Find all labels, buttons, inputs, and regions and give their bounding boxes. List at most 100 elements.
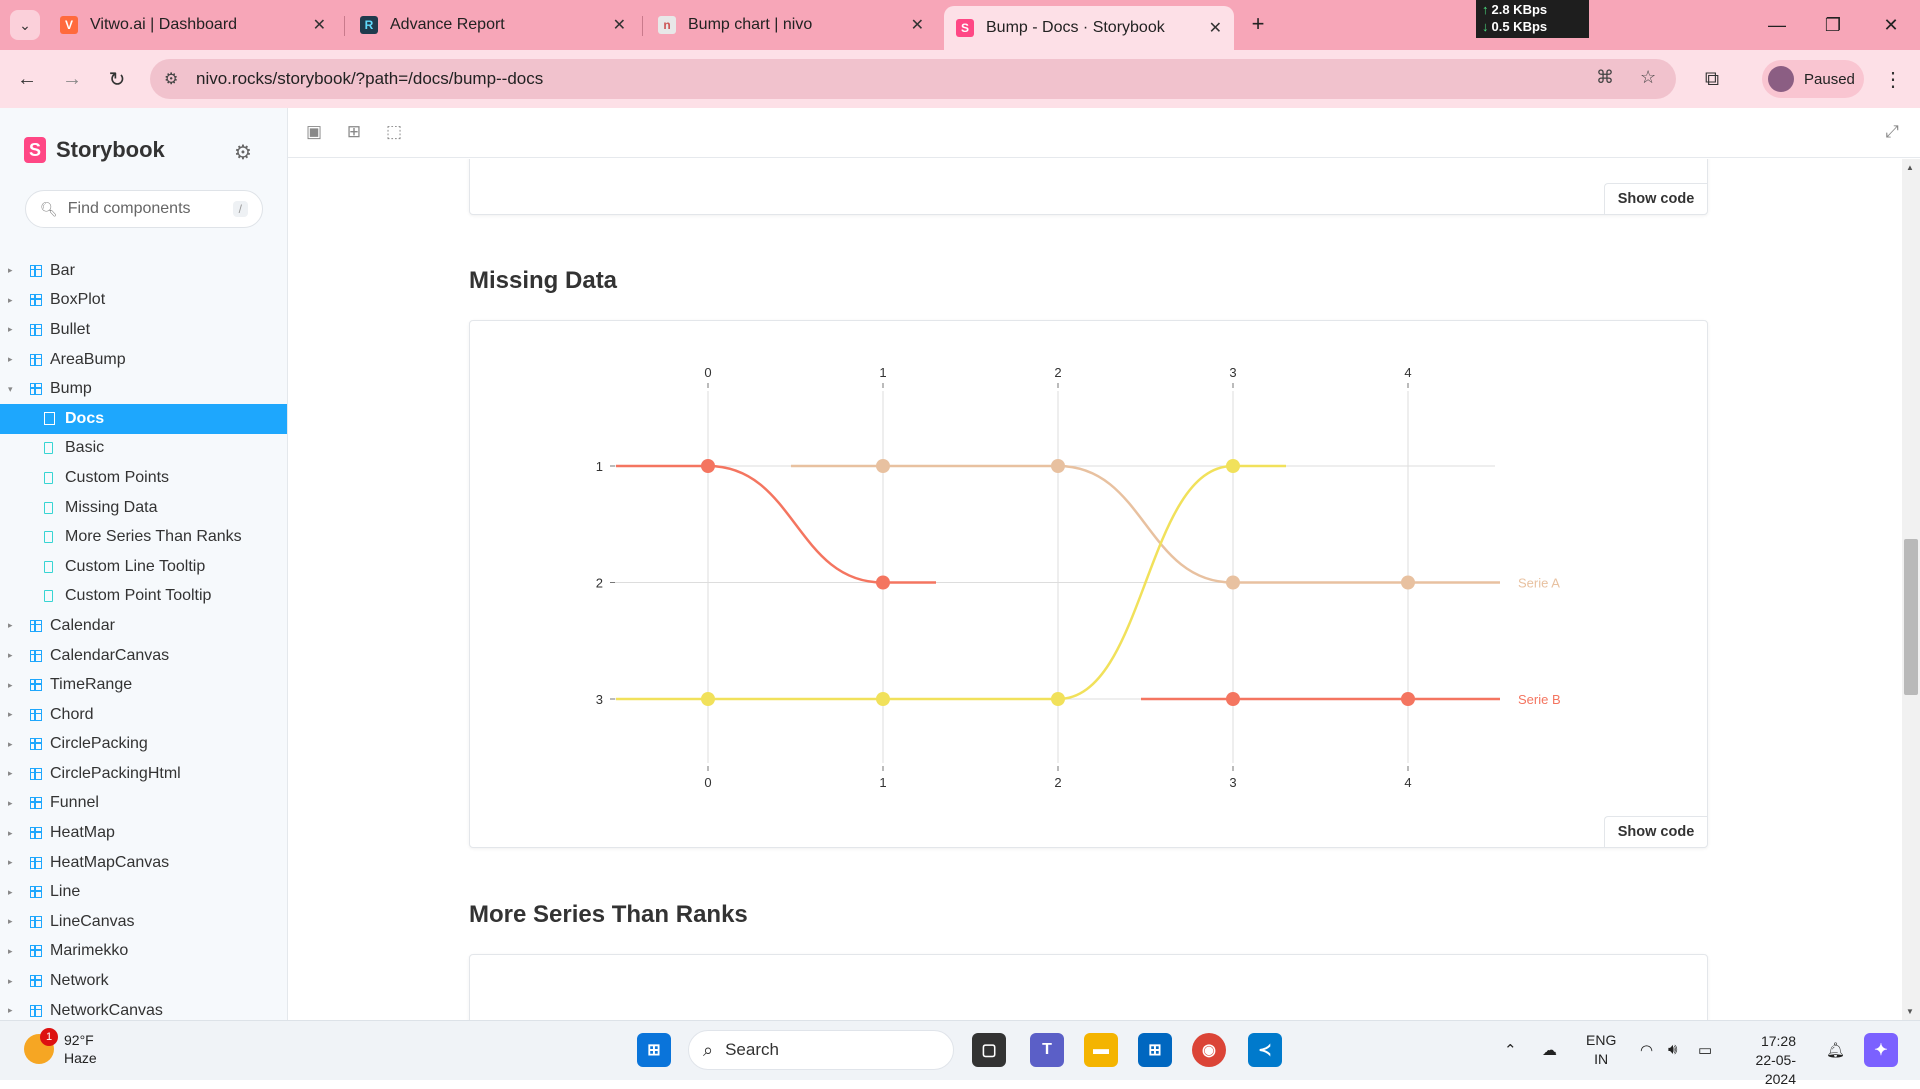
sidebar-item-circlepackinghtml[interactable]: ▸ CirclePackingHtml: [0, 759, 287, 789]
caret-right-icon: ▸: [8, 797, 13, 808]
show-hidden-icons-chevron-icon[interactable]: ⌃: [1504, 1041, 1517, 1059]
windows-start-icon[interactable]: ⊞: [637, 1033, 671, 1067]
network-speed-widget: ↑ 2.8 KBps ↓ 0.5 KBps: [1476, 0, 1589, 38]
sidebar-item-heatmapcanvas[interactable]: ▸ HeatMapCanvas: [0, 848, 287, 878]
bookmark-star-icon[interactable]: ☆: [1640, 67, 1656, 88]
volume-icon[interactable]: 🔊︎: [1668, 1041, 1677, 1058]
minimize-icon[interactable]: —: [1762, 10, 1792, 40]
sidebar-item-bump-missing-data[interactable]: Missing Data: [0, 493, 287, 523]
restore-icon[interactable]: ❐: [1818, 10, 1848, 40]
sidebar-item-linecanvas[interactable]: ▸ LineCanvas: [0, 907, 287, 937]
sidebar-item-label: Custom Line Tooltip: [65, 557, 206, 575]
browser-menu-icon[interactable]: ⋮: [1878, 64, 1908, 94]
taskbar-search-box[interactable]: ⌕ Search: [688, 1030, 954, 1070]
sidebar-item-network[interactable]: ▸ Network: [0, 966, 287, 996]
close-tab-icon[interactable]: ✕: [911, 15, 924, 35]
sidebar-item-marimekko[interactable]: ▸ Marimekko: [0, 937, 287, 967]
close-tab-icon[interactable]: ✕: [1209, 18, 1222, 38]
sidebar-item-label: Bar: [50, 261, 75, 279]
docs-scrollbar[interactable]: ▲ ▼: [1902, 159, 1920, 1020]
background-image-icon[interactable]: ▣: [304, 122, 324, 142]
notification-bell-icon[interactable]: 🔔︎: [1826, 1041, 1845, 1059]
back-arrow-icon[interactable]: ←: [12, 64, 42, 94]
sidebar-item-bump-line-tooltip[interactable]: Custom Line Tooltip: [0, 552, 287, 582]
tab-divider: [344, 16, 345, 36]
sidebar-item-label: HeatMap: [50, 824, 115, 842]
series-point: [701, 459, 715, 473]
show-code-button[interactable]: Show code: [1604, 183, 1707, 214]
sidebar-item-networkcanvas[interactable]: ▸ NetworkCanvas: [0, 996, 287, 1020]
sidebar-item-calendar[interactable]: ▸ Calendar: [0, 611, 287, 641]
sidebar-item-timerange[interactable]: ▸ TimeRange: [0, 670, 287, 700]
sidebar-item-bump-more-series[interactable]: More Series Than Ranks: [0, 522, 287, 552]
caret-right-icon: ▸: [8, 650, 13, 661]
onedrive-cloud-icon[interactable]: ☁: [1542, 1041, 1557, 1059]
sidebar-item-funnel[interactable]: ▸ Funnel: [0, 789, 287, 819]
teams-icon[interactable]: T: [1030, 1033, 1064, 1067]
scroll-down-arrow-icon[interactable]: ▼: [1906, 1007, 1914, 1016]
new-tab-plus-icon[interactable]: +: [1244, 10, 1272, 38]
copilot-icon[interactable]: ✦: [1864, 1033, 1898, 1067]
sidebar-item-label: CirclePackingHtml: [50, 764, 181, 782]
tab-vitwo-dashboard[interactable]: V Vitwo.ai | Dashboard ✕: [48, 8, 338, 42]
close-tab-icon[interactable]: ✕: [613, 15, 626, 35]
close-window-icon[interactable]: ✕: [1876, 10, 1906, 40]
sidebar-item-chord[interactable]: ▸ Chord: [0, 700, 287, 730]
grid-icon[interactable]: ⊞: [344, 122, 364, 142]
sidebar-item-calendarcanvas[interactable]: ▸ CalendarCanvas: [0, 641, 287, 671]
file-explorer-icon[interactable]: ▬: [1084, 1033, 1118, 1067]
sidebar-item-circlepacking[interactable]: ▸ CirclePacking: [0, 730, 287, 760]
microsoft-store-icon[interactable]: ⊞: [1138, 1033, 1172, 1067]
sidebar-item-bump[interactable]: ▾ Bump: [0, 374, 287, 404]
profile-button[interactable]: Paused: [1762, 60, 1864, 98]
bookmark-icon: [44, 471, 53, 484]
wifi-icon[interactable]: ◠: [1640, 1041, 1653, 1059]
site-info-icon[interactable]: ⚙: [164, 69, 178, 89]
sidebar-item-line[interactable]: ▸ Line: [0, 877, 287, 907]
sidebar-item-bump-custom-points[interactable]: Custom Points: [0, 463, 287, 493]
show-code-button[interactable]: Show code: [1604, 816, 1707, 847]
caret-right-icon: ▸: [8, 294, 13, 305]
outline-icon[interactable]: ⬚: [384, 122, 404, 142]
bookmark-icon: [44, 531, 53, 544]
forward-arrow-icon[interactable]: →: [57, 64, 87, 94]
sidebar-item-bump-docs[interactable]: Docs: [0, 403, 287, 434]
sidebar-item-bump-basic[interactable]: Basic: [0, 434, 287, 464]
document-icon: [44, 412, 55, 426]
caret-right-icon: ▸: [8, 1005, 13, 1016]
scrollbar-thumb[interactable]: [1904, 539, 1918, 695]
reload-icon[interactable]: ↻: [102, 64, 132, 94]
tab-bump-docs-storybook[interactable]: S Bump - Docs · Storybook ✕: [944, 6, 1234, 50]
vscode-icon[interactable]: ≺: [1248, 1033, 1282, 1067]
chrome-icon[interactable]: ◉: [1192, 1033, 1226, 1067]
sidebar-item-heatmap[interactable]: ▸ HeatMap: [0, 818, 287, 848]
settings-gear-icon[interactable]: ⚙: [234, 140, 252, 165]
weather-widget[interactable]: 1 92°F Haze: [24, 1028, 97, 1067]
find-components-input[interactable]: 🔍︎ Find components /: [25, 190, 263, 228]
address-bar[interactable]: ⚙ nivo.rocks/storybook/?path=/docs/bump-…: [150, 59, 1676, 99]
bookmark-icon: [44, 442, 53, 455]
sidebar-item-bullet[interactable]: ▸ Bullet: [0, 315, 287, 345]
series-line: [791, 464, 1500, 584]
language-indicator[interactable]: ENG IN: [1586, 1031, 1616, 1069]
tab-advance-report[interactable]: R Advance Report ✕: [348, 8, 638, 42]
sidebar-item-boxplot[interactable]: ▸ BoxPlot: [0, 286, 287, 316]
scroll-up-arrow-icon[interactable]: ▲: [1906, 163, 1914, 172]
task-view-icon[interactable]: ▢: [972, 1033, 1006, 1067]
close-tab-icon[interactable]: ✕: [313, 15, 326, 35]
tab-search-chevron-icon[interactable]: ⌄: [10, 10, 40, 40]
caret-right-icon: ▸: [8, 768, 13, 779]
translate-icon[interactable]: ⌘: [1596, 67, 1614, 88]
storybook-logo[interactable]: S Storybook: [24, 137, 165, 163]
sidebar-item-bar[interactable]: ▸ Bar: [0, 256, 287, 286]
fullscreen-icon[interactable]: ⤢: [1882, 122, 1902, 142]
battery-icon[interactable]: ▭: [1698, 1041, 1712, 1059]
sidebar-item-areabump[interactable]: ▸ AreaBump: [0, 345, 287, 375]
caret-right-icon: ▸: [8, 265, 13, 276]
component-icon: [30, 856, 42, 869]
download-arrow-icon: ↓: [1482, 19, 1489, 34]
system-clock[interactable]: 17:28 22-05-2024: [1728, 1032, 1796, 1089]
extensions-puzzle-icon[interactable]: ⧉: [1697, 64, 1727, 94]
sidebar-item-bump-point-tooltip[interactable]: Custom Point Tooltip: [0, 582, 287, 612]
tab-bump-chart-nivo[interactable]: n Bump chart | nivo ✕: [646, 8, 936, 42]
